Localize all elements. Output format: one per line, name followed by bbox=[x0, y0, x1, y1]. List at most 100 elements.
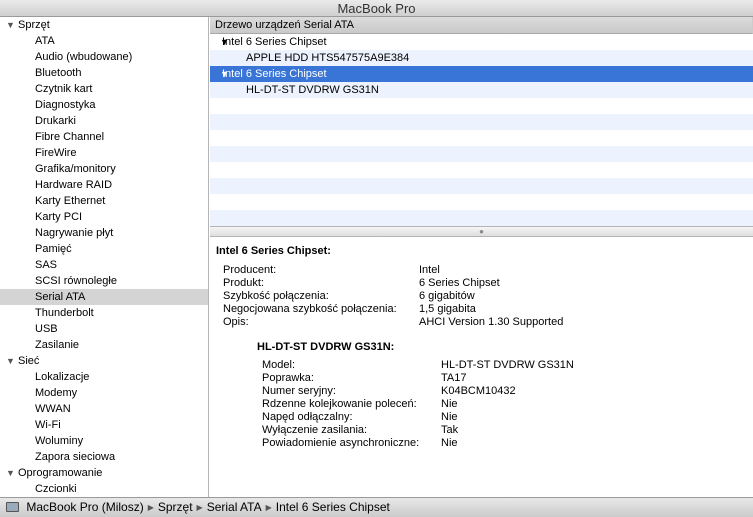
sidebar-item-audio-wbudowane[interactable]: Audio (wbudowane) bbox=[0, 49, 208, 65]
tree-row-empty bbox=[210, 114, 753, 130]
sidebar-item-thunderbolt[interactable]: Thunderbolt bbox=[0, 305, 208, 321]
property-row: Szybkość połączenia: 6 gigabitów bbox=[216, 290, 753, 303]
main-panel: Drzewo urządzeń Serial ATA ▼Intel 6 Seri… bbox=[210, 17, 753, 497]
sidebar-item-drukarki[interactable]: Drukarki bbox=[0, 113, 208, 129]
sidebar-item-modemy[interactable]: Modemy bbox=[0, 385, 208, 401]
sidebar-item-wwan[interactable]: WWAN bbox=[0, 401, 208, 417]
tree-row-empty bbox=[210, 162, 753, 178]
sidebar-group-siec[interactable]: ▼ Sieć bbox=[0, 353, 208, 369]
tree-row-controller[interactable]: ▼Intel 6 Series Chipset bbox=[210, 34, 753, 50]
property-row: Poprawka: TA17 bbox=[216, 372, 753, 385]
sidebar-group-sprzet[interactable]: ▼ Sprzęt bbox=[0, 17, 208, 33]
sidebar-group-oprogramowanie[interactable]: ▼ Oprogramowanie bbox=[0, 465, 208, 481]
property-value: HL-DT-ST DVDRW GS31N bbox=[441, 359, 574, 371]
property-value: Nie bbox=[441, 437, 458, 449]
split-handle[interactable]: ● bbox=[210, 226, 753, 237]
sidebar-item-nagrywanie-p-yt[interactable]: Nagrywanie płyt bbox=[0, 225, 208, 241]
sidebar-item-bluetooth[interactable]: Bluetooth bbox=[0, 65, 208, 81]
property-row: Napęd odłączalny: Nie bbox=[216, 411, 753, 424]
property-row: Numer seryjny: K04BCM10432 bbox=[216, 385, 753, 398]
device-title: HL-DT-ST DVDRW GS31N: bbox=[257, 341, 395, 353]
sidebar-item-fibre-channel[interactable]: Fibre Channel bbox=[0, 129, 208, 145]
sidebar-item-karty-ethernet[interactable]: Karty Ethernet bbox=[0, 193, 208, 209]
sidebar-item-karty-pci[interactable]: Karty PCI bbox=[0, 209, 208, 225]
sidebar-item-ata[interactable]: ATA bbox=[0, 33, 208, 49]
property-key: Rdzenne kolejkowanie poleceń: bbox=[262, 398, 417, 410]
property-key: Negocjowana szybkość połączenia: bbox=[223, 303, 397, 315]
property-row: Opis: AHCI Version 1.30 Supported bbox=[216, 316, 753, 329]
property-key: Opis: bbox=[223, 316, 249, 328]
tree-row-label: APPLE HDD HTS547575A9E384 bbox=[246, 52, 410, 64]
property-key: Powiadomienie asynchroniczne: bbox=[262, 437, 420, 449]
sidebar-item-zapora-sieciowa[interactable]: Zapora sieciowa bbox=[0, 449, 208, 465]
path-separator-icon: ▶ bbox=[147, 503, 154, 512]
property-key: Producent: bbox=[223, 264, 277, 276]
sidebar-group-label: Oprogramowanie bbox=[18, 467, 103, 479]
path-segment-macbook-pro-milosz[interactable]: MacBook Pro (Milosz) bbox=[26, 498, 143, 517]
sidebar: ▼ Sprzęt ATA Audio (wbudowane) Bluetooth Czyt… bbox=[0, 17, 209, 497]
property-row: Producent: Intel bbox=[216, 264, 753, 277]
disclosure-triangle-icon[interactable]: ▼ bbox=[6, 353, 18, 369]
sidebar-item-serial-ata[interactable]: Serial ATA bbox=[0, 289, 208, 305]
sidebar-item-czcionki[interactable]: Czcionki bbox=[0, 481, 208, 497]
detail-title: Intel 6 Series Chipset: bbox=[216, 245, 331, 257]
property-value: Tak bbox=[441, 424, 459, 436]
disclosure-triangle-icon[interactable]: ▼ bbox=[210, 66, 229, 82]
tree-row-label: Intel 6 Series Chipset bbox=[222, 36, 327, 48]
property-key: Napęd odłączalny: bbox=[262, 411, 353, 423]
sidebar-item-czytnik-kart[interactable]: Czytnik kart bbox=[0, 81, 208, 97]
tree-row-empty bbox=[210, 194, 753, 210]
sidebar-item-wi-fi[interactable]: Wi-Fi bbox=[0, 417, 208, 433]
tree-row-empty bbox=[210, 98, 753, 114]
path-separator-icon: ▶ bbox=[265, 503, 272, 512]
disclosure-triangle-icon[interactable]: ▼ bbox=[6, 465, 18, 481]
property-key: Wyłączenie zasilania: bbox=[262, 424, 368, 436]
sidebar-item-grafika-monitory[interactable]: Grafika/monitory bbox=[0, 161, 208, 177]
property-row: Powiadomienie asynchroniczne: Nie bbox=[216, 437, 753, 450]
property-key: Model: bbox=[262, 359, 296, 371]
tree-row-device[interactable]: APPLE HDD HTS547575A9E384 bbox=[210, 50, 753, 66]
device-tree: ▼Intel 6 Series Chipset APPLE HDD HTS5475… bbox=[210, 34, 753, 226]
property-value: 1,5 gigabita bbox=[419, 303, 476, 315]
window-title: MacBook Pro bbox=[0, 0, 753, 17]
property-value: AHCI Version 1.30 Supported bbox=[419, 316, 564, 328]
property-value: K04BCM10432 bbox=[441, 385, 516, 397]
tree-row-device[interactable]: HL-DT-ST DVDRW GS31N bbox=[210, 82, 753, 98]
tree-row-label: Intel 6 Series Chipset bbox=[222, 68, 327, 80]
property-value: Nie bbox=[441, 411, 458, 423]
property-row: Rdzenne kolejkowanie poleceń: Nie bbox=[216, 398, 753, 411]
path-segment-intel-6-series-chipset[interactable]: Intel 6 Series Chipset bbox=[276, 498, 390, 517]
sidebar-item-hardware-raid[interactable]: Hardware RAID bbox=[0, 177, 208, 193]
property-value: Intel bbox=[419, 264, 440, 276]
sidebar-item-pamiec[interactable]: Pamięć bbox=[0, 241, 208, 257]
disclosure-triangle-icon[interactable]: ▼ bbox=[6, 17, 18, 33]
sidebar-item-usb[interactable]: USB bbox=[0, 321, 208, 337]
tree-header[interactable]: Drzewo urządzeń Serial ATA bbox=[210, 17, 753, 34]
sidebar-item-zasilanie[interactable]: Zasilanie bbox=[0, 337, 208, 353]
tree-row-controller[interactable]: ▼Intel 6 Series Chipset bbox=[210, 66, 753, 82]
sidebar-item-firewire[interactable]: FireWire bbox=[0, 145, 208, 161]
sidebar-item-sas[interactable]: SAS bbox=[0, 257, 208, 273]
property-key: Produkt: bbox=[223, 277, 264, 289]
path-segment-sprzet[interactable]: Sprzęt bbox=[158, 498, 193, 517]
property-row: Negocjowana szybkość połączenia: 1,5 giga… bbox=[216, 303, 753, 316]
property-row: Produkt: 6 Series Chipset bbox=[216, 277, 753, 290]
sidebar-item-woluminy[interactable]: Woluminy bbox=[0, 433, 208, 449]
path-segment-serial-ata[interactable]: Serial ATA bbox=[207, 498, 262, 517]
disclosure-triangle-icon[interactable]: ▼ bbox=[210, 34, 229, 50]
tree-row-label: HL-DT-ST DVDRW GS31N bbox=[246, 84, 379, 96]
tree-row-empty bbox=[210, 178, 753, 194]
sidebar-item-lokalizacje[interactable]: Lokalizacje bbox=[0, 369, 208, 385]
tree-row-empty bbox=[210, 146, 753, 162]
property-key: Szybkość połączenia: bbox=[223, 290, 329, 302]
property-row: Model: HL-DT-ST DVDRW GS31N bbox=[216, 359, 753, 372]
property-key: Poprawka: bbox=[262, 372, 314, 384]
tree-row-empty bbox=[210, 130, 753, 146]
property-value: TA17 bbox=[441, 372, 467, 384]
property-row: Wyłączenie zasilania: Tak bbox=[216, 424, 753, 437]
path-separator-icon: ▶ bbox=[196, 503, 203, 512]
sidebar-item-scsi-rownoleg-e[interactable]: SCSI równoległe bbox=[0, 273, 208, 289]
property-value: 6 Series Chipset bbox=[419, 277, 500, 289]
sidebar-group-label: Sieć bbox=[18, 355, 40, 367]
sidebar-item-diagnostyka[interactable]: Diagnostyka bbox=[0, 97, 208, 113]
